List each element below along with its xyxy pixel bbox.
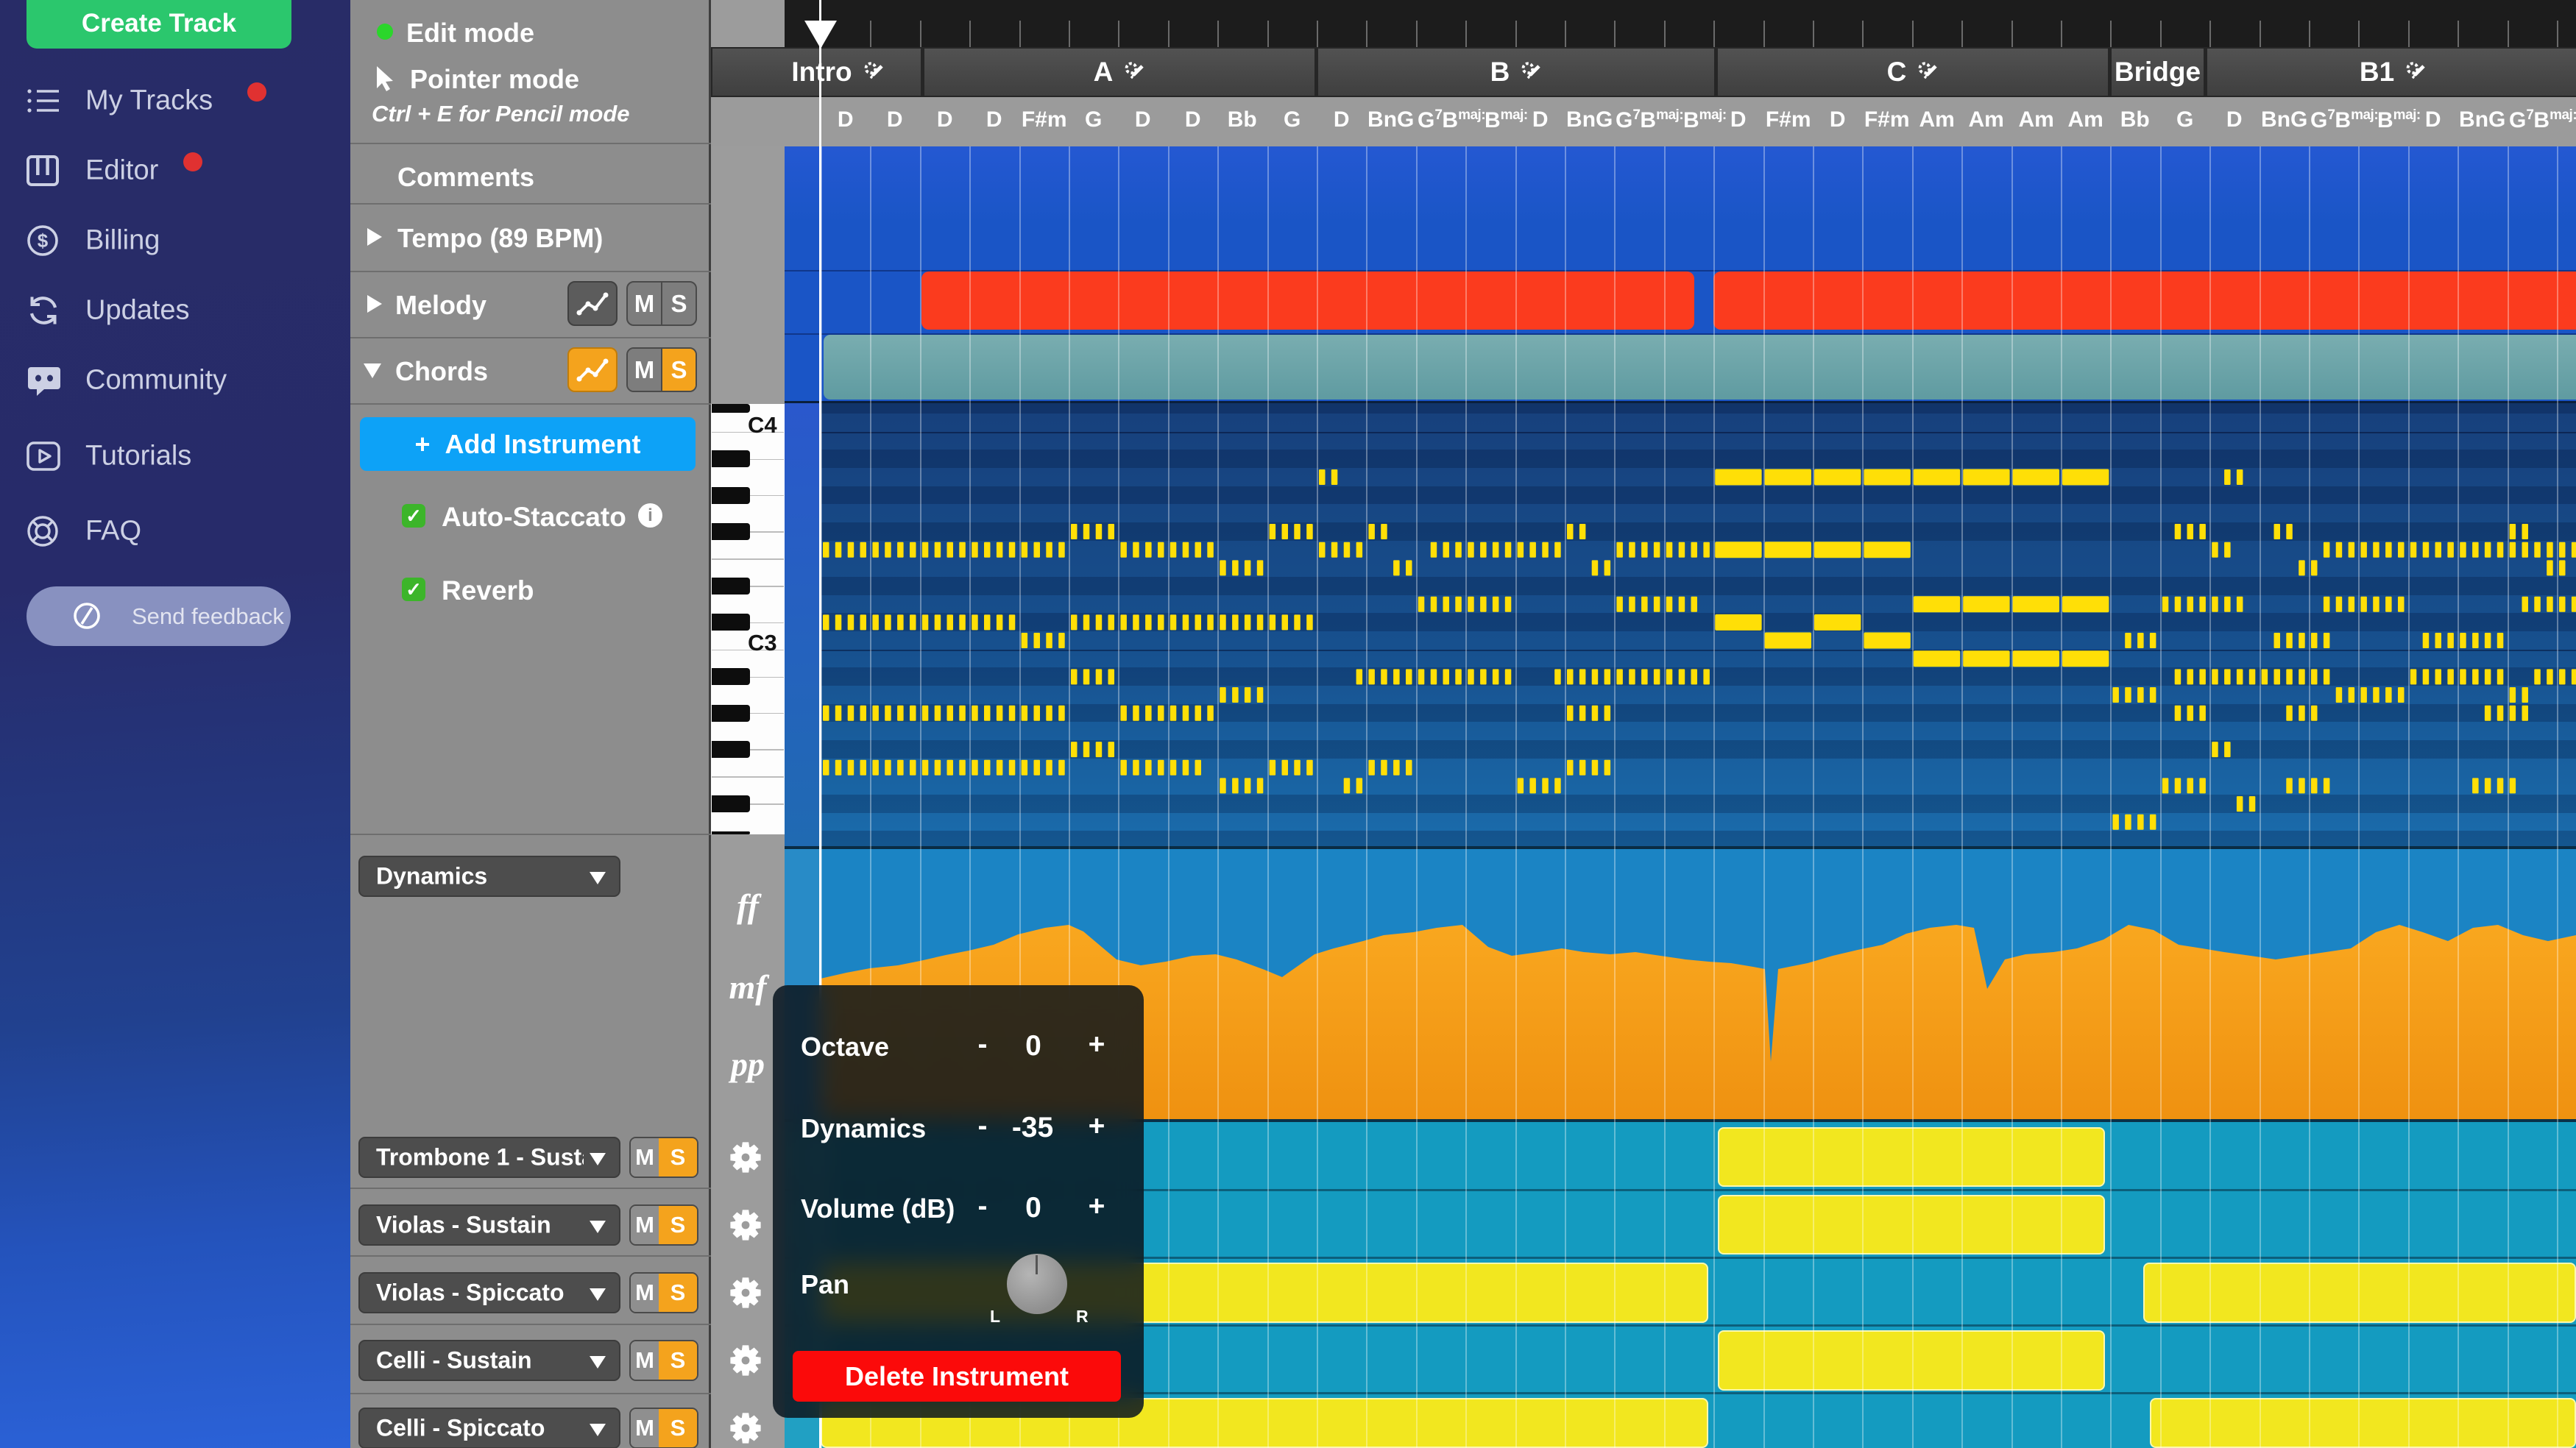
svg-text:$: $ [38, 230, 49, 252]
